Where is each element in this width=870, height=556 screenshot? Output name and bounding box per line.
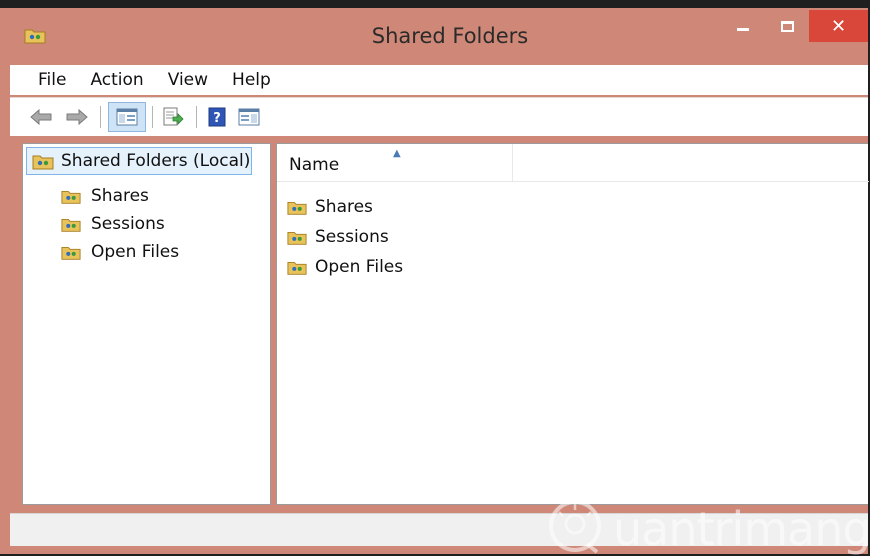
menu-help[interactable]: Help bbox=[220, 70, 283, 90]
sort-ascending-icon: ▲ bbox=[393, 148, 401, 159]
close-button[interactable]: ✕ bbox=[809, 10, 868, 42]
console-tree-pane[interactable]: Shared Folders (Local) Shares Sessions O… bbox=[22, 143, 271, 505]
list-item-label: Shares bbox=[315, 197, 373, 217]
list-item-shares[interactable]: Shares bbox=[287, 194, 373, 220]
list-item-label: Open Files bbox=[315, 257, 404, 277]
back-button[interactable] bbox=[28, 104, 54, 130]
toolbar-separator bbox=[100, 106, 101, 128]
show-action-pane-button[interactable] bbox=[236, 104, 262, 130]
menu-file[interactable]: File bbox=[10, 70, 78, 90]
show-hide-tree-icon bbox=[116, 108, 138, 126]
tree-root-label: Shared Folders (Local) bbox=[61, 151, 251, 171]
shared-folder-icon bbox=[287, 262, 307, 275]
column-header-name[interactable]: ▲ Name bbox=[277, 144, 513, 182]
tree-item-sessions[interactable]: Sessions bbox=[61, 212, 165, 236]
app-window: Shared Folders ✕ File Action View Help ?… bbox=[0, 8, 869, 554]
toolbar-separator bbox=[152, 106, 153, 128]
menu-view[interactable]: View bbox=[156, 70, 220, 90]
forward-arrow-icon bbox=[66, 108, 88, 126]
shared-folder-icon bbox=[61, 191, 81, 204]
toolbar-separator bbox=[196, 106, 197, 128]
shared-folder-icon bbox=[287, 232, 307, 245]
maximize-icon bbox=[780, 20, 794, 32]
svg-text:?: ? bbox=[213, 111, 221, 126]
list-item-open-files[interactable]: Open Files bbox=[287, 254, 403, 280]
tree-item-label: Open Files bbox=[91, 242, 180, 262]
forward-button[interactable] bbox=[64, 104, 90, 130]
tree-item-shared-folders-local[interactable]: Shared Folders (Local) bbox=[26, 147, 252, 175]
shared-folder-icon bbox=[32, 155, 54, 170]
list-item-sessions[interactable]: Sessions bbox=[287, 224, 389, 250]
tree-item-label: Shares bbox=[91, 186, 149, 206]
list-item-label: Sessions bbox=[315, 227, 389, 247]
shared-folder-icon bbox=[61, 247, 81, 260]
tree-item-shares[interactable]: Shares bbox=[61, 184, 149, 208]
column-header-label: Name bbox=[289, 155, 340, 175]
show-hide-console-tree-button[interactable] bbox=[108, 102, 146, 132]
title-bar[interactable]: Shared Folders ✕ bbox=[0, 8, 868, 60]
maximize-button[interactable] bbox=[766, 10, 808, 42]
tree-item-open-files[interactable]: Open Files bbox=[61, 240, 179, 264]
list-column-header: ▲ Name bbox=[277, 144, 869, 182]
shared-folder-icon bbox=[287, 202, 307, 215]
minimize-icon bbox=[737, 27, 749, 31]
shared-folder-icon bbox=[61, 219, 81, 232]
minimize-button[interactable] bbox=[726, 10, 760, 42]
details-pane[interactable]: ▲ Name Shares Sessions Open Files bbox=[276, 143, 869, 505]
show-action-pane-icon bbox=[238, 108, 260, 126]
export-list-icon bbox=[163, 107, 184, 126]
close-icon: ✕ bbox=[830, 15, 847, 37]
export-list-button[interactable] bbox=[160, 104, 186, 130]
back-arrow-icon bbox=[30, 108, 52, 126]
help-icon: ? bbox=[208, 107, 226, 127]
toolbar: ? bbox=[10, 97, 868, 136]
status-bar bbox=[10, 513, 868, 546]
menu-bar: File Action View Help bbox=[10, 65, 868, 95]
menu-action[interactable]: Action bbox=[78, 70, 155, 90]
help-button[interactable]: ? bbox=[204, 104, 230, 130]
tree-item-label: Sessions bbox=[91, 214, 165, 234]
